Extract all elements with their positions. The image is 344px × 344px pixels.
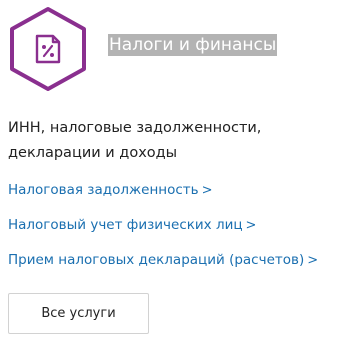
list-item: Прием налоговых деклараций (расчетов) > xyxy=(8,248,318,283)
list-item: Налоговая задолженность > xyxy=(8,178,318,213)
link-tax-declarations[interactable]: Прием налоговых деклараций (расчетов) > xyxy=(8,252,318,268)
tax-category-card: Налоги и финансы ИНН, налоговые задолжен… xyxy=(0,0,344,344)
list-item: Налоговый учет физических лиц > xyxy=(8,213,318,248)
link-label: Прием налоговых деклараций (расчетов) xyxy=(8,252,305,268)
category-title[interactable]: Налоги и финансы xyxy=(108,34,278,56)
link-tax-debt[interactable]: Налоговая задолженность > xyxy=(8,182,213,198)
link-label: Налоговый учет физических лиц xyxy=(8,217,243,233)
service-links-list: Налоговая задолженность > Налоговый учет … xyxy=(8,178,318,283)
chevron-right-icon: > xyxy=(307,253,319,268)
chevron-right-icon: > xyxy=(201,183,213,198)
all-services-button[interactable]: Все услуги xyxy=(8,293,149,334)
tax-document-percent-icon[interactable] xyxy=(8,5,88,93)
link-label: Налоговая задолженность xyxy=(8,182,199,198)
category-description: ИНН, налоговые задолженности, декларации… xyxy=(8,120,262,161)
chevron-right-icon: > xyxy=(245,218,257,233)
link-individual-tax-registration[interactable]: Налоговый учет физических лиц > xyxy=(8,217,256,233)
